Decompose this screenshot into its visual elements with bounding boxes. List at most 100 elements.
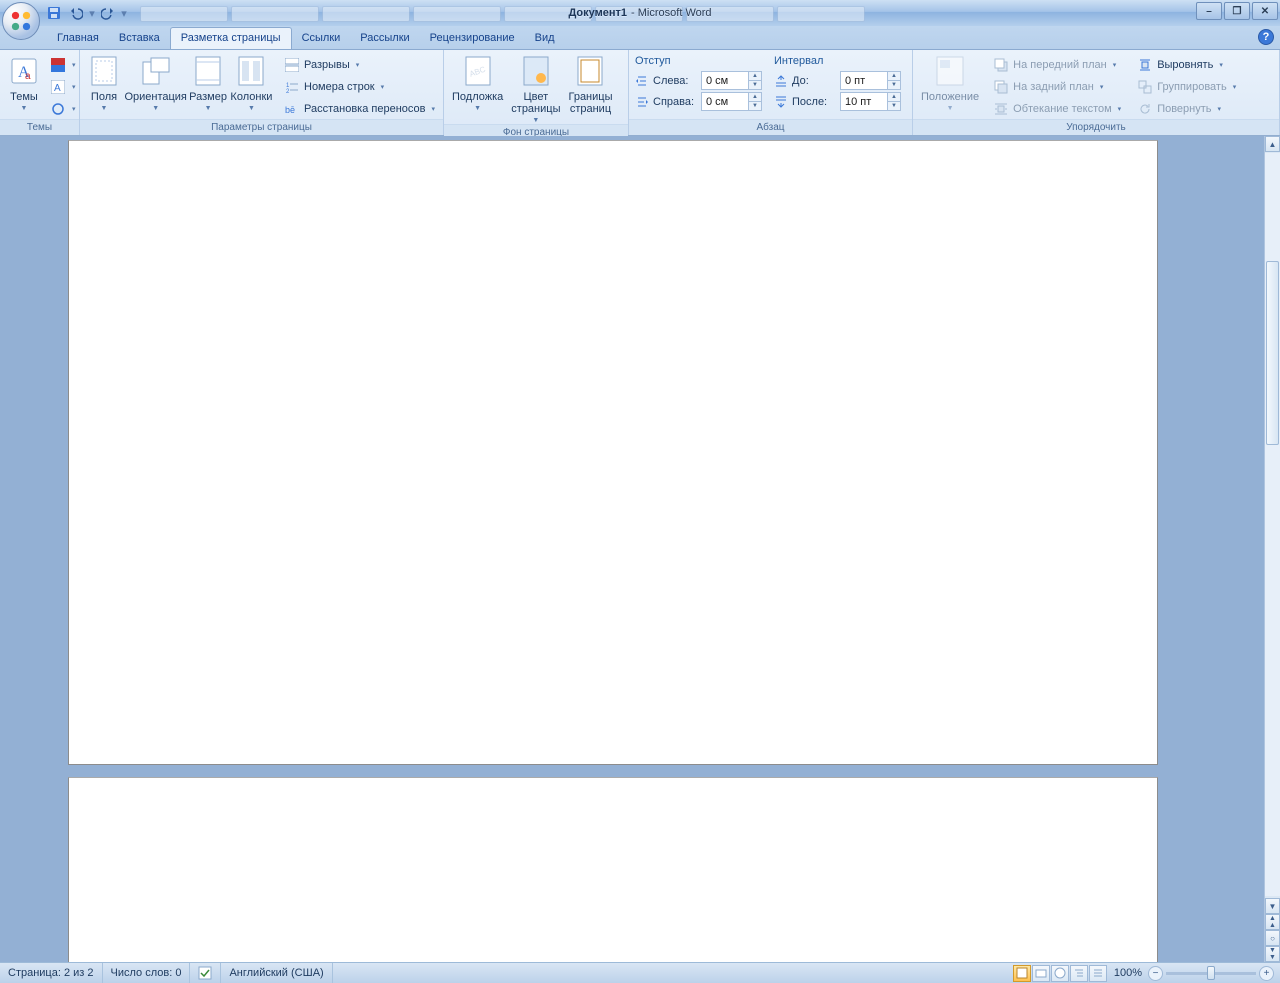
tab-home[interactable]: Главная [47,28,109,49]
send-back-icon [993,79,1009,95]
tab-references[interactable]: Ссылки [292,28,351,49]
spin-down-icon[interactable]: ▼ [888,102,900,111]
scroll-track[interactable] [1265,153,1280,896]
watermark-button[interactable]: ABC Подложка ▼ [448,53,507,112]
spin-up-icon[interactable]: ▲ [888,72,900,81]
group-page-background: ABC Подложка ▼ Цвет страницы ▼ Границы с… [444,50,629,135]
tab-page-layout[interactable]: Разметка страницы [170,27,292,49]
prev-page-icon[interactable]: ▲▲ [1265,914,1280,930]
scroll-up-icon[interactable]: ▲ [1265,136,1280,152]
view-print-layout[interactable] [1013,965,1031,982]
spin-up-icon[interactable]: ▲ [749,72,761,81]
position-button[interactable]: Положение ▼ [917,53,983,112]
quick-access-toolbar: ▾ ▾ [44,4,128,22]
titlebar: ▾ ▾ Документ1 - Microsoft Word – ❐ ✕ [0,0,1280,26]
tab-review[interactable]: Рецензирование [420,28,525,49]
spacing-after-input[interactable]: ▲▼ [840,92,901,111]
margins-button[interactable]: Поля ▼ [84,53,124,112]
page-2[interactable] [68,777,1158,962]
text-wrap-button[interactable]: Обтекание текстом▾ [989,99,1125,119]
columns-label: Колонки [230,91,272,103]
page-color-button[interactable]: Цвет страницы ▼ [507,53,564,124]
indent-right-label: Справа: [653,96,697,108]
bring-front-button[interactable]: На передний план▾ [989,55,1125,75]
tab-mailings[interactable]: Рассылки [350,28,419,49]
spin-up-icon[interactable]: ▲ [888,93,900,102]
status-word-count[interactable]: Число слов: 0 [103,963,191,983]
next-page-icon[interactable]: ▼▼ [1265,946,1280,962]
zoom-in-button[interactable]: + [1259,966,1274,981]
breaks-icon [284,57,300,73]
rotate-icon [1137,101,1153,117]
qat-dropdown-icon[interactable]: ▾ [88,7,96,20]
zoom-level[interactable]: 100% [1114,967,1142,979]
rotate-button[interactable]: Повернуть▾ [1133,99,1240,119]
theme-colors-button[interactable]: ▾ [46,55,80,75]
spin-down-icon[interactable]: ▼ [749,81,761,90]
ribbon: Aa Темы ▼ ▾ A▾ ▾ Темы Поля ▼ Ориентация … [0,50,1280,136]
orientation-button[interactable]: Ориентация ▼ [124,53,187,112]
hyphenation-label: Расстановка переносов [304,103,425,115]
line-numbers-icon: 12 [284,79,300,95]
scroll-down-icon[interactable]: ▼ [1265,898,1280,914]
document-area[interactable] [0,136,1264,962]
send-back-button[interactable]: На задний план▾ [989,77,1125,97]
minimize-button[interactable]: – [1196,2,1222,20]
page-borders-button[interactable]: Границы страниц [564,53,616,115]
status-language[interactable]: Английский (США) [221,963,332,983]
hyphenation-button[interactable]: bēРасстановка переносов▾ [280,99,439,119]
spacing-block: Интервал До: ▲▼ После: ▲▼ [768,53,907,111]
group-arrange: Положение ▼ На передний план▾ На задний … [913,50,1280,135]
size-button[interactable]: Размер ▼ [187,53,229,112]
theme-effects-button[interactable]: ▾ [46,99,80,119]
line-numbers-button[interactable]: 12Номера строк▾ [280,77,439,97]
themes-button[interactable]: Aa Темы ▼ [4,53,44,112]
status-page[interactable]: Страница: 2 из 2 [0,963,103,983]
ribbon-tabs: Главная Вставка Разметка страницы Ссылки… [0,26,1280,50]
save-icon[interactable] [44,4,64,22]
view-full-screen[interactable] [1032,965,1050,982]
group-objects-button[interactable]: Группировать▾ [1133,77,1240,97]
maximize-button[interactable]: ❐ [1224,2,1250,20]
close-button[interactable]: ✕ [1252,2,1278,20]
office-button[interactable] [2,2,40,40]
zoom-out-button[interactable]: − [1148,966,1163,981]
background-task-tabs [140,6,940,24]
status-proofing[interactable] [190,963,221,983]
indent-left-input[interactable]: ▲▼ [701,71,762,90]
chevron-down-icon: ▼ [21,105,28,112]
view-web-layout[interactable] [1051,965,1069,982]
vertical-scrollbar[interactable]: ▲ ▼ ▲▲ ○ ▼▼ [1264,136,1280,962]
view-draft[interactable] [1089,965,1107,982]
tab-insert[interactable]: Вставка [109,28,170,49]
browse-object-icon[interactable]: ○ [1265,930,1280,946]
svg-text:a: a [25,71,31,82]
themes-label: Темы [10,91,38,103]
tab-view[interactable]: Вид [525,28,565,49]
spin-down-icon[interactable]: ▼ [888,81,900,90]
page-borders-label: Границы страниц [568,91,612,115]
redo-icon[interactable] [98,4,118,22]
size-icon [192,55,224,87]
spin-up-icon[interactable]: ▲ [749,93,761,102]
undo-icon[interactable] [66,4,86,22]
align-button[interactable]: Выровнять▾ [1133,55,1240,75]
indent-left-label: Слева: [653,75,697,87]
scroll-thumb[interactable] [1266,261,1279,445]
group-icon [1137,79,1153,95]
spin-down-icon[interactable]: ▼ [749,102,761,111]
columns-button[interactable]: Колонки ▼ [229,53,274,112]
page-1[interactable] [68,140,1158,765]
zoom-slider-thumb[interactable] [1207,966,1215,980]
zoom-slider[interactable] [1166,972,1256,975]
help-icon[interactable]: ? [1258,29,1274,45]
theme-fonts-button[interactable]: A▾ [46,77,80,97]
spacing-before-input[interactable]: ▲▼ [840,71,901,90]
group-page-setup: Поля ▼ Ориентация ▼ Размер ▼ Колонки ▼ Р… [80,50,444,135]
qat-customize-icon[interactable]: ▾ [120,7,128,20]
orientation-label: Ориентация [124,91,186,103]
indent-right-input[interactable]: ▲▼ [701,92,762,111]
line-numbers-label: Номера строк [304,81,375,93]
breaks-button[interactable]: Разрывы▾ [280,55,439,75]
view-outline[interactable] [1070,965,1088,982]
